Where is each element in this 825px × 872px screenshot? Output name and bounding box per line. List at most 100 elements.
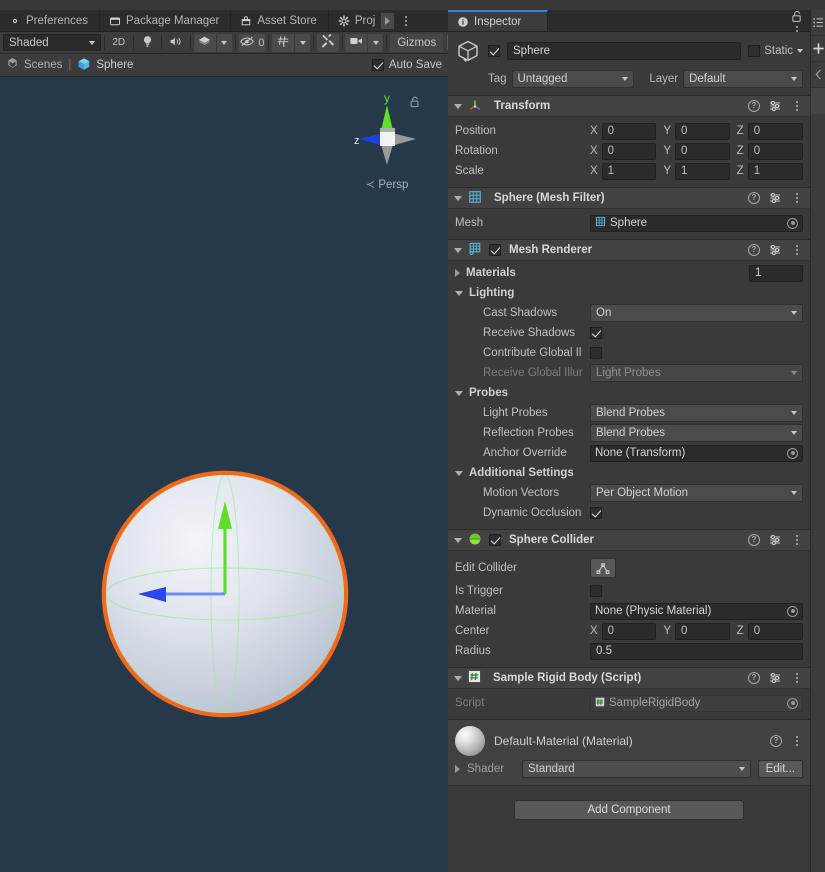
help-icon[interactable]: ? [748, 244, 760, 256]
scale-z-input[interactable]: 1 [747, 162, 803, 180]
light-probes-dropdown[interactable]: Blend Probes [590, 404, 803, 422]
tab-package-manager[interactable]: Package Manager [100, 10, 232, 31]
dynamic-occlusion-checkbox[interactable] [590, 507, 602, 519]
toggle-2d-button[interactable]: 2D [107, 33, 130, 52]
scale-x-input[interactable]: 1 [601, 162, 657, 180]
grid-dropdown[interactable] [294, 33, 311, 52]
scene-camera-dropdown[interactable] [367, 33, 384, 52]
tab-overflow-next-button[interactable] [381, 12, 395, 29]
auto-save-checkbox[interactable] [371, 59, 384, 71]
preset-settings-icon[interactable] [769, 244, 782, 256]
static-toggle[interactable]: Static [748, 45, 803, 57]
component-menu-button[interactable] [791, 673, 803, 683]
component-menu-button[interactable] [791, 101, 803, 111]
component-header[interactable]: Sphere (Mesh Filter) ? [448, 188, 810, 209]
anchor-override-object-field[interactable]: None (Transform) [590, 444, 803, 462]
mesh-object-field[interactable]: Sphere [590, 214, 803, 232]
tab-inspector[interactable]: Inspector [448, 10, 549, 31]
add-component-button[interactable]: Add Component [514, 800, 744, 820]
layer-dropdown[interactable]: Default [683, 70, 803, 88]
foldout-triangle-icon[interactable] [455, 765, 460, 773]
shader-dropdown[interactable]: Standard [522, 760, 751, 778]
scene-viewport[interactable]: y z ≺ Persp [0, 77, 448, 872]
sphere-collider-enabled-checkbox[interactable] [489, 534, 501, 546]
rotation-z-input[interactable]: 0 [747, 142, 803, 160]
component-header[interactable]: Sample Rigid Body (Script) ? [448, 668, 810, 689]
help-icon[interactable]: ? [748, 100, 760, 112]
scene-lighting-toggle[interactable] [136, 33, 159, 52]
foldout-triangle-icon[interactable] [455, 470, 463, 476]
preset-settings-icon[interactable] [769, 534, 782, 546]
foldout-triangle-icon[interactable] [455, 290, 463, 296]
add-button[interactable] [811, 36, 825, 62]
receive-shadows-checkbox[interactable] [590, 327, 602, 339]
radius-input[interactable]: 0.5 [590, 642, 803, 660]
physic-material-object-field[interactable]: None (Physic Material) [590, 602, 803, 620]
tab-asset-store[interactable]: Asset Store [231, 10, 329, 31]
foldout-triangle-icon[interactable] [454, 247, 462, 253]
auto-save-toggle[interactable]: Auto Save [371, 59, 442, 71]
lighting-foldout[interactable]: Lighting [455, 283, 803, 303]
cast-shadows-dropdown[interactable]: On [590, 304, 803, 322]
scene-tools-button[interactable] [316, 33, 339, 52]
center-x-input[interactable]: 0 [601, 622, 657, 640]
breadcrumb-scenes[interactable]: Scenes [6, 57, 62, 73]
probes-foldout[interactable]: Probes [455, 383, 803, 403]
scene-orientation-gizmo[interactable]: y z ≺ Persp [348, 87, 426, 197]
component-header[interactable]: Sphere Collider ? [448, 530, 810, 551]
help-icon[interactable]: ? [748, 534, 760, 546]
hidden-objects-button[interactable]: 0 [238, 33, 266, 52]
edit-collider-button[interactable] [590, 558, 616, 578]
preset-settings-icon[interactable] [769, 100, 782, 112]
edit-shader-button[interactable]: Edit... [757, 760, 803, 778]
component-menu-button[interactable] [791, 535, 803, 545]
position-z-input[interactable]: 0 [747, 122, 803, 140]
foldout-triangle-icon[interactable] [454, 103, 462, 109]
object-picker-icon[interactable] [787, 605, 798, 617]
grid-visibility-button[interactable] [272, 33, 295, 52]
breadcrumb-sphere[interactable]: Sphere [77, 57, 133, 74]
scene-camera-button[interactable] [345, 33, 368, 52]
center-z-input[interactable]: 0 [747, 622, 803, 640]
is-trigger-checkbox[interactable] [590, 585, 602, 597]
tab-project[interactable]: Proj [328, 10, 380, 31]
object-picker-icon[interactable] [787, 217, 798, 229]
rotation-y-input[interactable]: 0 [675, 142, 730, 160]
reflection-probes-dropdown[interactable]: Blend Probes [590, 424, 803, 442]
tab-menu-button[interactable] [400, 15, 412, 26]
scene-fx-toggle[interactable] [193, 33, 216, 52]
help-icon[interactable]: ? [748, 192, 760, 204]
position-x-input[interactable]: 0 [601, 122, 657, 140]
help-icon[interactable]: ? [748, 672, 760, 684]
foldout-triangle-icon[interactable] [455, 390, 463, 396]
draw-mode-dropdown[interactable]: Shaded [3, 34, 101, 51]
additional-settings-foldout[interactable]: Additional Settings [455, 463, 803, 483]
component-header[interactable]: Mesh Renderer ? [448, 240, 810, 261]
chevron-down-icon[interactable] [797, 49, 803, 53]
help-icon[interactable]: ? [770, 735, 782, 747]
object-picker-icon[interactable] [787, 447, 798, 459]
scale-y-input[interactable]: 1 [675, 162, 730, 180]
rotation-x-input[interactable]: 0 [601, 142, 657, 160]
static-checkbox[interactable] [748, 45, 761, 57]
gameobject-name-input[interactable]: Sphere [507, 42, 742, 60]
scene-fx-dropdown[interactable] [215, 33, 232, 52]
preset-settings-icon[interactable] [769, 672, 782, 684]
unlock-icon[interactable] [409, 96, 420, 108]
position-y-input[interactable]: 0 [675, 122, 730, 140]
motion-vectors-dropdown[interactable]: Per Object Motion [590, 484, 803, 502]
hierarchy-list-button[interactable] [811, 10, 825, 36]
lock-open-icon[interactable] [791, 10, 802, 26]
foldout-triangle-icon[interactable] [454, 195, 462, 201]
collapse-button[interactable] [811, 62, 825, 88]
preset-settings-icon[interactable] [769, 192, 782, 204]
scene-audio-toggle[interactable] [165, 33, 188, 52]
scene-projection-mode[interactable]: ≺ Persp [348, 177, 426, 191]
component-menu-button[interactable] [791, 245, 803, 255]
materials-foldout-row[interactable]: Materials 1 [455, 263, 803, 283]
foldout-triangle-icon[interactable] [454, 675, 462, 681]
gizmos-toggle-button[interactable]: Gizmos [390, 33, 444, 52]
center-y-input[interactable]: 0 [675, 622, 730, 640]
tag-dropdown[interactable]: Untagged [511, 70, 635, 88]
component-header[interactable]: Transform ? [448, 96, 810, 117]
